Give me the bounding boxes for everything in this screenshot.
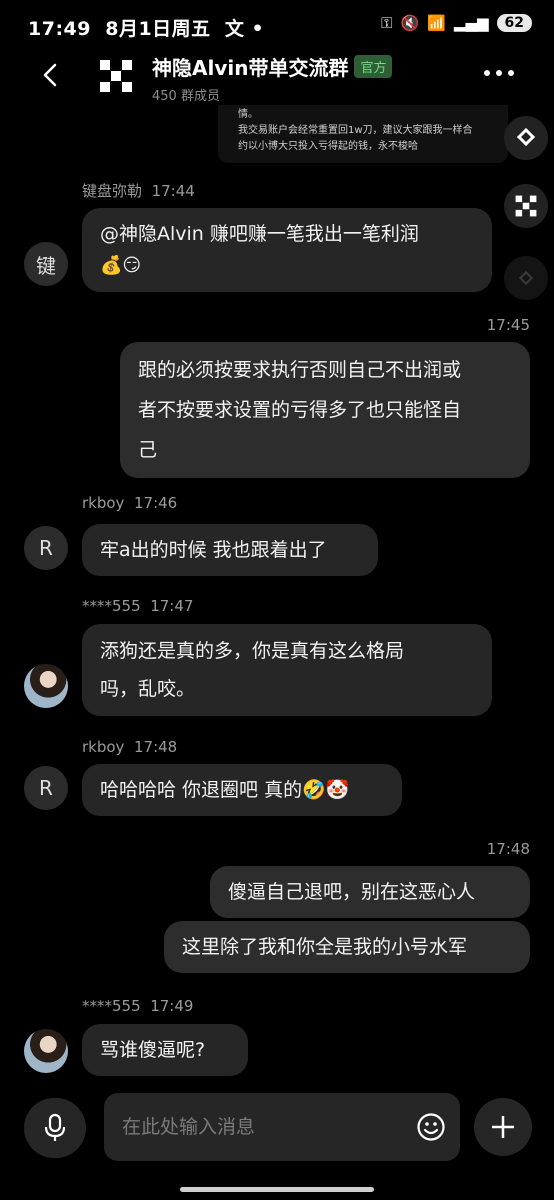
message-bubble[interactable]: 哈哈哈哈 你退圈吧 真的🤣🤡: [82, 764, 402, 816]
more-icon[interactable]: [484, 70, 514, 76]
official-badge: 官方: [354, 55, 393, 78]
avatar[interactable]: R: [24, 766, 68, 810]
status-bar: 17:49 8月1日周五 文 • ⚿ 🔇 📶 ▂▄▆ 62: [0, 0, 554, 50]
binance-button[interactable]: [504, 256, 548, 300]
share-button[interactable]: [504, 116, 548, 160]
home-indicator[interactable]: [180, 1187, 374, 1192]
avatar[interactable]: [24, 1029, 68, 1073]
battery-indicator: 62: [496, 14, 532, 32]
avatar[interactable]: 键: [24, 242, 68, 286]
group-name[interactable]: 神隐Alvin带单交流群 官方: [152, 52, 393, 81]
avatar[interactable]: [24, 664, 68, 708]
mute-icon: 🔇: [400, 14, 420, 32]
plus-icon: [492, 1116, 514, 1138]
message-sender: ****555 17:49: [82, 997, 194, 1015]
message-sender: ****555 17:47: [82, 597, 194, 615]
message-bubble[interactable]: 牢a出的时候 我也跟着出了: [82, 524, 378, 576]
key-icon: ⚿: [381, 14, 393, 32]
message-time: 17:45: [486, 316, 530, 334]
status-time: 17:49 8月1日周五 文 •: [28, 18, 265, 40]
chat-header: 神隐Alvin带单交流群 官方 450 群成员: [0, 50, 554, 110]
member-count: 450 群成员: [152, 89, 220, 104]
app-logo-button[interactable]: [504, 184, 548, 228]
app-logo-icon: [515, 195, 537, 217]
message-sender: rkboy 17:46: [82, 494, 178, 512]
message-input-box[interactable]: [104, 1093, 460, 1161]
wifi-icon: 📶: [427, 14, 446, 32]
message-bubble[interactable]: 傻逼自己退吧，别在这恶心人: [210, 866, 530, 918]
smile-icon[interactable]: [416, 1112, 446, 1142]
message-input[interactable]: [122, 1111, 402, 1143]
message-sender: rkboy 17:48: [82, 738, 178, 756]
message-bubble[interactable]: 这里除了我和你全是我的小号水军: [164, 921, 530, 973]
message-sender: 键盘弥勒 17:44: [82, 182, 195, 200]
previous-message-snippet: 情。 我交易账户会经常重置回1w刀，建议大家跟我一样合 约以小博大只投入亏得起的…: [218, 105, 508, 163]
signal-icon: ▂▄▆: [453, 14, 489, 32]
add-attachment-button[interactable]: [474, 1098, 532, 1156]
message-bubble[interactable]: 添狗还是真的多，你是真有这么格局 吗，乱咬。: [82, 624, 492, 716]
share-icon: [516, 127, 536, 147]
back-arrow-icon[interactable]: [36, 60, 66, 90]
mic-icon: [44, 1113, 66, 1141]
status-icons: ⚿ 🔇 📶 ▂▄▆ 62: [381, 14, 532, 32]
group-logo-icon[interactable]: [96, 56, 136, 96]
voice-button[interactable]: [24, 1098, 86, 1158]
binance-icon: [518, 270, 534, 286]
avatar[interactable]: R: [24, 526, 68, 570]
message-bubble[interactable]: 骂谁傻逼呢?: [82, 1024, 248, 1076]
message-bubble[interactable]: 跟的必须按要求执行否则自己不出润或 者不按要求设置的亏得多了也只能怪自 己: [120, 342, 530, 478]
message-time: 17:48: [486, 840, 530, 858]
message-bubble[interactable]: @神隐Alvin 赚吧赚一笔我出一笔利润 💰😏: [82, 208, 492, 292]
